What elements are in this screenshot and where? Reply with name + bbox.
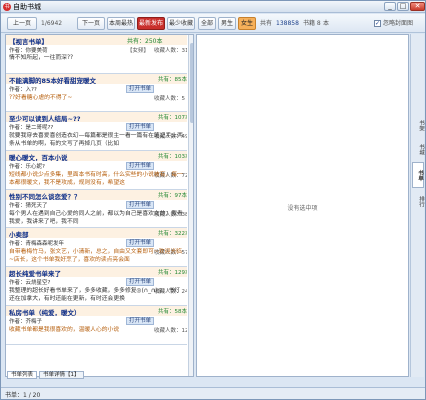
- booklist-author: 作者：乐心妮?: [9, 164, 45, 171]
- filter-male-button[interactable]: 男生: [218, 17, 236, 30]
- latest-button[interactable]: 最新发布: [137, 17, 165, 30]
- booklist-meta: 作者：芥梅子 打开书单: [6, 315, 187, 325]
- ignore-cover-checkbox[interactable]: ✓: [374, 20, 381, 27]
- page-indicator: 1/6942: [41, 20, 63, 27]
- open-booklist-button[interactable]: 打开书单: [126, 278, 155, 287]
- booklist-item[interactable]: 私房书单（纯爱，暖文） 共有：58本 作者：芥梅子 打开书单 收藏人数：12 收藏书单都是…: [6, 305, 187, 345]
- book-icon: 书: [3, 3, 11, 11]
- book-count: 共有：58本: [158, 308, 187, 315]
- booklist-author: 作者：青梅森森呢发年: [9, 241, 65, 248]
- booklist-header: 至少可以读到人结局~??共有：107本: [6, 112, 187, 123]
- booklist-item[interactable]: 暖心暖文，百本小说共有：103本作者：乐心妮?打开书单收藏人数：72短线都小说少…: [6, 151, 187, 190]
- open-booklist-button[interactable]: 打开书单: [126, 84, 155, 93]
- status-text: 书单：1 / 20: [5, 392, 41, 399]
- title-bar: 书 自助书城 _ □ ✕: [1, 1, 425, 13]
- booklist-author: 作者：入??: [9, 86, 37, 93]
- open-booklist-button[interactable]: 打开书单: [126, 200, 155, 209]
- side-tab-bar: 书架 书城 书单 排行: [410, 34, 424, 377]
- total-label: 共有: [260, 20, 273, 27]
- booklist-header: 暖心暖文，百本小说共有：103本: [6, 151, 187, 162]
- side-tab-shelf[interactable]: 书架: [412, 114, 424, 136]
- window-title: 自助书城: [13, 3, 41, 11]
- close-button[interactable]: ✕: [410, 2, 425, 11]
- booklist-description: 我整理的超长好看书单来了，多多收藏，多多修复◎(∩_∩)◎，书灯还在加拿大，有时…: [9, 288, 180, 303]
- book-count: 共有：322本: [158, 231, 187, 238]
- side-tab-booklist[interactable]: 书单: [412, 162, 424, 188]
- toolbar: 上一页 1/6942 下一页 本周最热 最新发布 最少收藏 全部 男生 女生 共…: [1, 14, 425, 33]
- booklist-meta: 作者：你要美荷 【女频】 收藏人数：31: [6, 45, 187, 54]
- booklist-item[interactable]: 不能满脚的85本好看甜宠暖文 共有：85本 作者：入?? 打开书单 收藏人数：5 ??好看…: [6, 73, 187, 113]
- booklist-header: 超长纯爱书单来了共有：129本: [6, 267, 187, 278]
- booklist-panel: 【视言书单】 共有：250本作者：你要美荷 【女频】 收藏人数：31 情不知所起，一往而…: [5, 34, 194, 377]
- booklist-description: 收藏书单都是我很喜欢的，温暖人心的小说: [9, 326, 120, 333]
- book-count: 共有：129本: [158, 270, 187, 277]
- book-count: 共有：250本: [127, 38, 163, 45]
- booklist-author: 作者：是二哥呢??: [9, 125, 54, 132]
- minimize-button[interactable]: _: [384, 2, 396, 11]
- open-booklist-button[interactable]: 打开书单: [126, 316, 155, 325]
- next-page-button[interactable]: 下一页: [77, 17, 105, 30]
- booklist-meta: 作者：入?? 打开书单: [6, 83, 187, 93]
- booklist-item[interactable]: 至少可以读到人结局~??共有：107本作者：是二哥呢??打开书单收藏人数：49就…: [6, 112, 187, 152]
- booklist-meta: 作者：猜死天了 打开书单: [6, 199, 187, 209]
- booklist-author: 作者：云烧星空?: [9, 280, 51, 287]
- empty-state-text: 没有选中项: [287, 205, 318, 212]
- side-tab-store[interactable]: 书城: [412, 138, 424, 160]
- booklist-author: 作者：芥梅子: [9, 318, 43, 325]
- booklist-scrollbar[interactable]: [188, 35, 193, 376]
- maximize-button[interactable]: □: [397, 2, 409, 11]
- detail-panel: 没有选中项: [196, 34, 409, 377]
- booklist-description: 短线都小说少点多集，里面本书有时高，什么实些的小说被有，每一本都很暖文，我不是攻…: [9, 172, 183, 187]
- booklist-item[interactable]: 性别不同怎么谈恋爱？？ 共有：97本 作者：猜死天了 打开书单 收藏人数：38 每个男人在…: [6, 189, 187, 229]
- ignore-cover-label: 忽略封面图: [383, 20, 414, 27]
- book-unit-label: 书籍 8: [303, 20, 321, 27]
- prev-page-button[interactable]: 上一页: [7, 17, 37, 30]
- booklist-description: 自带看梅竹马，张文艺，小清新，总之，自由又文套即可~欢迎光临~店长，这个书单我好…: [9, 249, 182, 264]
- tab-booklist[interactable]: 书单列表: [7, 371, 38, 379]
- booklist-meta: 作者：乐心妮? 打开书单: [6, 161, 187, 171]
- booklist-meta: 作者：是二哥呢?? 打开书单: [6, 122, 187, 132]
- least-fav-button[interactable]: 最少收藏: [167, 17, 195, 30]
- book-count: 共有：103本: [158, 154, 187, 161]
- category-tag: 【女频】: [127, 48, 150, 54]
- booklist-header: 小卖部共有：322本: [6, 228, 187, 239]
- booklist-meta: 作者：云烧星空? 打开书单: [6, 277, 187, 287]
- filter-female-button[interactable]: 女生: [238, 17, 256, 30]
- book-count: 共有：107本: [158, 115, 187, 122]
- booklist-item[interactable]: 小卖部共有：322本作者：青梅森森呢发年打开书单收藏人数：57自带看梅竹马，张文…: [6, 228, 187, 268]
- tab-booklist-detail[interactable]: 书单详情【1】: [39, 371, 84, 379]
- filter-all-button[interactable]: 全部: [198, 17, 216, 30]
- app-window: 书 自助书城 _ □ ✕ 上一页 1/6942 下一页 本周最热 最新发布 最少…: [0, 0, 426, 400]
- booklist-item[interactable]: 【视言书单】 共有：250本作者：你要美荷 【女频】 收藏人数：31 情不知所起，一往而…: [6, 35, 187, 74]
- bottom-tab-bar: 书单列表 书单详情【1】: [5, 371, 194, 379]
- booklist: 【视言书单】 共有：250本作者：你要美荷 【女频】 收藏人数：31 情不知所起，一往而…: [6, 35, 187, 372]
- status-bar: 书单：1 / 20: [1, 387, 425, 399]
- open-booklist-button[interactable]: 打开书单: [126, 162, 155, 171]
- booklist-description: 每个男人在遇到自己心爱的同人之前，都以为自己是喜欢女的；我看我爱，我讲来了吧，我…: [9, 210, 183, 225]
- total-count: 138858: [276, 20, 299, 27]
- fav-count: 收藏人数：31: [154, 48, 187, 54]
- book-count: 共有：97本: [158, 192, 187, 199]
- booklist-header: 私房书单（纯爱，暖文） 共有：58本: [6, 305, 187, 317]
- booklist-header: 不能满脚的85本好看甜宠暖文 共有：85本: [6, 73, 187, 85]
- book-unit-suffix: 本: [323, 20, 330, 27]
- scroll-thumb[interactable]: [190, 43, 193, 123]
- recent-hot-button[interactable]: 本周最热: [107, 17, 135, 30]
- book-count: 共有：85本: [158, 76, 187, 83]
- booklist-description: ??好看糖心虐的不得了~: [9, 94, 73, 101]
- side-tab-ranking[interactable]: 排行: [412, 190, 424, 212]
- booklist-header: 性别不同怎么谈恋爱？？ 共有：97本: [6, 189, 187, 201]
- open-booklist-button[interactable]: 打开书单: [126, 123, 155, 132]
- booklist-meta: 作者：青梅森森呢发年 打开书单: [6, 238, 187, 248]
- booklist-description: 情不知所起，一往而深??: [9, 55, 74, 61]
- open-booklist-button[interactable]: 打开书单: [126, 239, 155, 248]
- booklist-author: 作者：你要美荷: [9, 48, 48, 54]
- booklist-description: 就要我穿去喜爱喜创造衣幻—每篇都是很主一看一篇有在笔记手上两条从书单的啊，有的文…: [9, 133, 183, 148]
- booklist-author: 作者：猜死天了: [9, 202, 48, 209]
- booklist-header: 【视言书单】 共有：250本: [6, 35, 187, 46]
- booklist-item[interactable]: 超长纯爱书单来了共有：129本作者：云烧星空?打开书单收藏人数：24我整理的超长…: [6, 267, 187, 306]
